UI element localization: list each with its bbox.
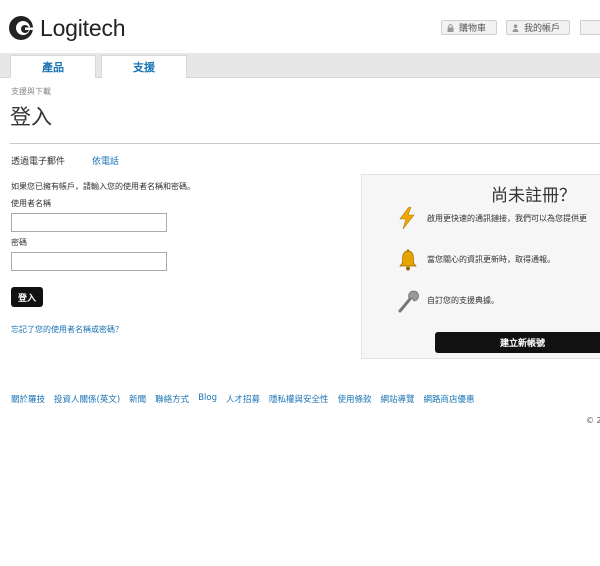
create-account-button[interactable]: 建立新帳號 [435,332,600,353]
cart-label: 購物車 [459,24,487,34]
nav-tab-products[interactable]: 產品 [10,55,96,78]
footer-link-privacy[interactable]: 隱私權與安全性 [269,393,329,405]
login-tab-email[interactable]: 透過電子郵件 [11,154,65,167]
header-extra-button[interactable] [580,20,600,35]
login-button-label: 登入 [17,293,36,304]
footer-link-about[interactable]: 關於羅技 [11,393,45,405]
footer-links: 關於羅技 投資人關係(英文) 新聞 聯絡方式 Blog 人才招募 隱私權與安全性… [11,393,475,405]
forgot-credentials-link[interactable]: 忘記了您的使用者名稱或密碼？ [11,324,123,335]
bell-icon [398,249,418,275]
wrench-icon [397,289,419,317]
footer-link-terms[interactable]: 使用條款 [338,393,372,405]
login-tab-phone[interactable]: 依電話 [92,154,119,167]
username-input[interactable] [11,213,167,232]
copyright: © 2 [586,416,600,425]
benefit-text-2: 當您關心的資訊更新時，取得通報。 [427,255,555,264]
lightning-icon [398,206,416,233]
page-title: 登入 [10,105,52,129]
login-button[interactable]: 登入 [11,287,43,307]
cart-button[interactable]: 購物車 [441,20,497,35]
user-icon [512,23,519,32]
benefit-text-1: 啟用更快速的通訊鏈接，我們可以為您提供更 [427,214,587,223]
login-intro-text: 如果您已擁有帳戶，請輸入您的使用者名稱和密碼。 [11,182,195,191]
logitech-g-icon [9,16,34,40]
footer-link-investors[interactable]: 投資人關係(英文) [54,393,120,405]
lock-icon [447,23,454,32]
password-label: 密碼 [11,238,27,247]
nav-tab-support-label: 支援 [133,61,155,74]
footer-link-blog[interactable]: Blog [198,393,217,405]
username-label: 使用者名稱 [11,199,51,208]
nav-tab-support[interactable]: 支援 [101,55,187,78]
footer-link-news[interactable]: 新聞 [129,393,146,405]
footer-link-sitemap[interactable]: 網站導覽 [381,393,415,405]
footer-link-store-offers[interactable]: 網路商店優惠 [424,393,475,405]
create-account-label: 建立新帳號 [499,339,545,349]
title-divider [10,143,600,144]
nav-tab-products-label: 產品 [42,61,64,74]
footer-link-careers[interactable]: 人才招募 [226,393,260,405]
register-panel-title: 尚未註冊？ [491,186,576,206]
logitech-logo[interactable]: Logitech [8,13,126,43]
footer-link-contact[interactable]: 聯絡方式 [155,393,189,405]
my-account-button[interactable]: 我的帳戶 [506,20,570,35]
my-account-label: 我的帳戶 [524,24,561,34]
brand-name: Logitech [40,14,126,41]
benefit-text-3: 自訂您的支援典據。 [427,296,499,305]
breadcrumb[interactable]: 支援與下載 [11,86,51,97]
password-input[interactable] [11,252,167,271]
